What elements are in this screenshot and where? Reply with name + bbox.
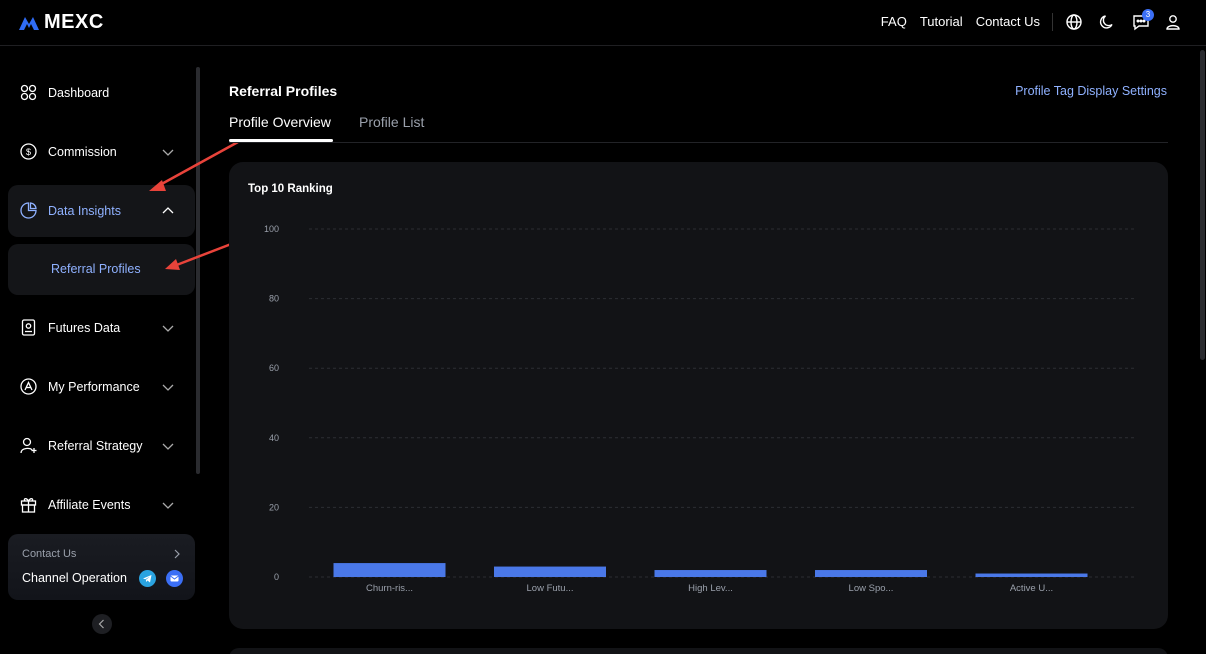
sidebar-item-label: My Performance <box>48 380 140 394</box>
sidebar-subitem-referral-profiles[interactable]: Referral Profiles <box>8 244 195 295</box>
sidebar-item-referral-strategy[interactable]: Referral Strategy <box>8 420 195 472</box>
sidebar-item-label: Dashboard <box>48 86 110 100</box>
x-tick-label: Churn-ris... <box>366 583 413 594</box>
x-tick-label: Low Futu... <box>527 583 574 594</box>
sidebar: Dashboard $ Commission Data Insights Ref… <box>0 47 204 654</box>
user-plus-icon <box>20 437 37 454</box>
message-count-badge: 3 <box>1142 9 1154 21</box>
y-tick-label: 80 <box>269 294 279 304</box>
app-root: MEXC FAQ Tutorial Contact Us 3 Dashboard <box>0 0 1206 654</box>
bar[interactable] <box>815 570 927 577</box>
sidebar-item-label: Data Insights <box>48 204 121 218</box>
y-tick-label: 60 <box>269 363 279 373</box>
sidebar-item-dashboard[interactable]: Dashboard <box>8 67 195 119</box>
dashboard-icon <box>20 84 37 101</box>
chevron-down-icon <box>162 384 174 391</box>
sidebar-item-data-insights[interactable]: Data Insights <box>8 185 195 237</box>
y-tick-label: 0 <box>274 572 279 582</box>
x-tick-label: Low Spo... <box>849 583 894 594</box>
top-header: MEXC FAQ Tutorial Contact Us 3 <box>0 0 1206 46</box>
sidebar-collapse-button[interactable] <box>92 614 112 634</box>
contact-card-subtitle: Channel Operation <box>22 571 127 585</box>
profile-tag-settings-link[interactable]: Profile Tag Display Settings <box>1015 84 1167 98</box>
tab-bar: Profile Overview Profile List <box>229 114 1168 143</box>
sidebar-item-label: Affiliate Events <box>48 498 131 512</box>
ranking-bar-chart: 0 20 40 60 80 100 Churn-ris... Low Futu... High … <box>264 224 1135 594</box>
header-divider <box>1052 13 1053 31</box>
bar[interactable] <box>975 573 1088 577</box>
sidebar-item-label: Referral Strategy <box>48 439 143 453</box>
next-card <box>229 648 1168 654</box>
bar[interactable] <box>494 566 606 577</box>
bar[interactable] <box>654 570 767 577</box>
mexc-logo-icon <box>19 16 39 30</box>
chevron-down-icon <box>162 443 174 450</box>
performance-icon <box>20 378 37 395</box>
y-tick-label: 40 <box>269 433 279 443</box>
bar[interactable] <box>333 563 446 577</box>
brand-logo[interactable]: MEXC <box>18 11 104 34</box>
tab-profile-list[interactable]: Profile List <box>359 114 424 130</box>
faq-link[interactable]: FAQ <box>881 14 907 29</box>
dollar-circle-icon: $ <box>20 143 37 160</box>
contact-card-title: Contact Us <box>22 548 77 560</box>
moon-icon[interactable] <box>1098 13 1116 31</box>
contact-card[interactable]: Contact Us Channel Operation <box>8 534 195 600</box>
futures-icon <box>21 319 36 336</box>
sidebar-item-commission[interactable]: $ Commission <box>8 126 195 178</box>
brand-name: MEXC <box>44 11 104 33</box>
chevron-right-icon <box>174 549 180 559</box>
active-tab-indicator <box>229 139 333 142</box>
page-title: Referral Profiles <box>229 83 338 99</box>
telegram-icon[interactable] <box>139 570 156 587</box>
chevron-down-icon <box>162 325 174 332</box>
chevron-up-icon <box>162 207 174 214</box>
page-scrollbar[interactable] <box>1200 50 1205 360</box>
sidebar-item-my-performance[interactable]: My Performance <box>8 361 195 413</box>
sidebar-subitem-label: Referral Profiles <box>51 262 141 276</box>
x-tick-label: High Lev... <box>688 583 733 594</box>
sidebar-item-label: Commission <box>48 145 117 159</box>
ranking-card: Top 10 Ranking 0 20 40 60 80 100 Churn-ris... L… <box>229 162 1168 629</box>
globe-icon[interactable] <box>1065 13 1083 31</box>
tutorial-link[interactable]: Tutorial <box>920 14 963 29</box>
chevron-left-icon <box>98 619 104 629</box>
chevron-down-icon <box>162 149 174 156</box>
email-icon[interactable] <box>166 570 183 587</box>
y-tick-label: 100 <box>264 224 279 234</box>
svg-text:$: $ <box>26 147 31 157</box>
sidebar-scrollbar[interactable] <box>196 67 200 474</box>
chevron-down-icon <box>162 502 174 509</box>
sidebar-item-futures-data[interactable]: Futures Data <box>8 302 195 354</box>
sidebar-item-affiliate-events[interactable]: Affiliate Events <box>8 479 195 531</box>
sidebar-item-label: Futures Data <box>48 321 121 335</box>
user-icon[interactable] <box>1164 13 1182 31</box>
y-tick-label: 20 <box>269 502 279 512</box>
gift-icon <box>20 498 37 513</box>
pie-chart-icon <box>20 202 37 219</box>
x-tick-label: Active U... <box>1010 583 1053 594</box>
tab-profile-overview[interactable]: Profile Overview <box>229 114 331 130</box>
header-links: FAQ Tutorial Contact Us <box>881 14 1040 29</box>
contact-us-link[interactable]: Contact Us <box>976 14 1040 29</box>
